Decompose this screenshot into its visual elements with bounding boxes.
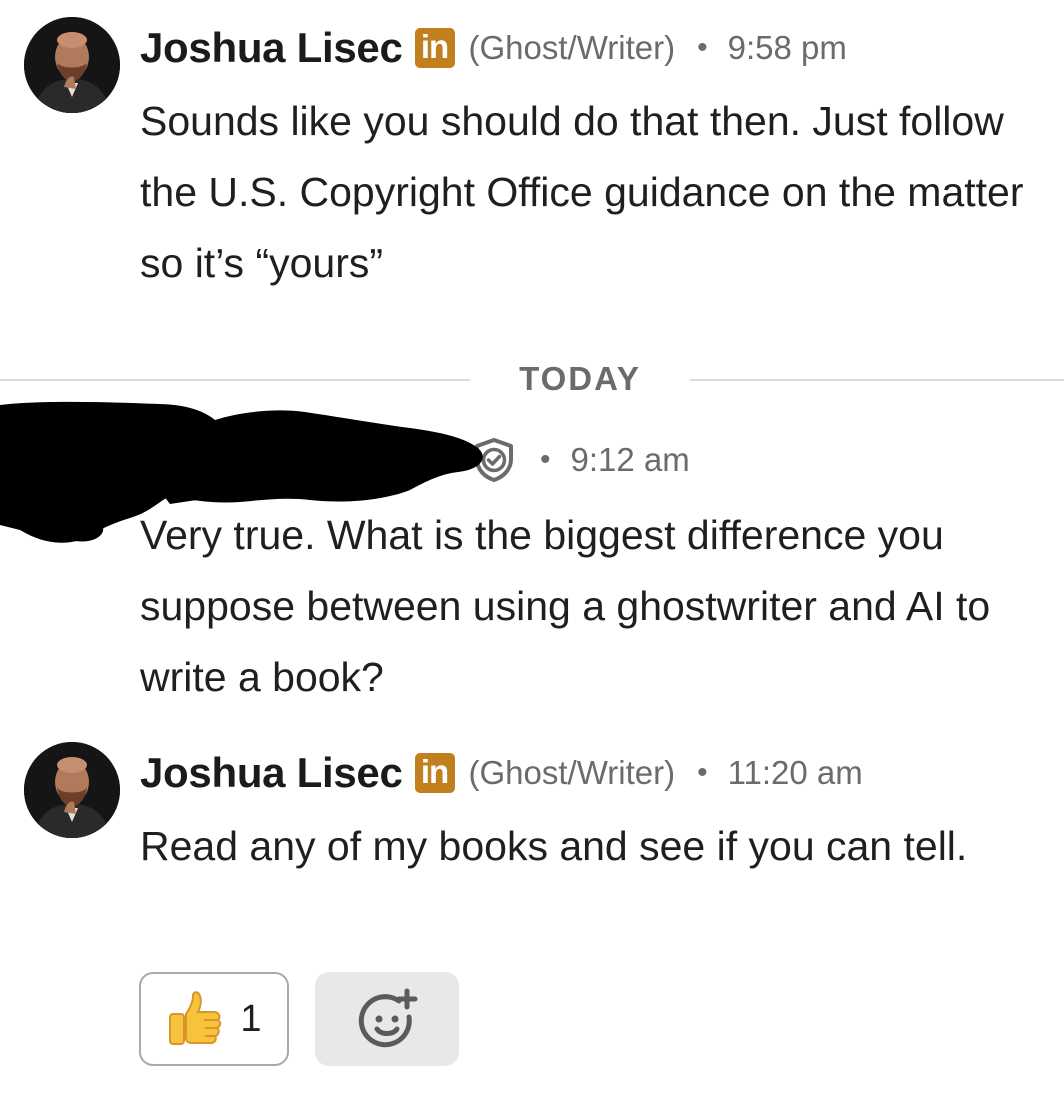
sender-headline: (Ghost/Writer) [468, 754, 676, 791]
add-reaction-button[interactable] [315, 972, 459, 1066]
message-header: Joshua Lisec in (Ghost/Writer) • 9:58 pm [140, 22, 847, 74]
message-time: 9:12 am [570, 441, 690, 478]
separator-dot: • [697, 31, 708, 64]
avatar-image [24, 742, 120, 838]
message-text: Sounds like you should do that then. Jus… [140, 98, 1024, 286]
redaction-mark [0, 401, 483, 543]
avatar-image [24, 17, 120, 113]
message-time: 9:58 pm [727, 29, 847, 66]
reaction-bar: 1 [139, 972, 459, 1066]
sender-name[interactable]: Joshua Lisec [140, 24, 403, 72]
linkedin-icon: in [414, 28, 455, 68]
message-header: • 9:12 am [470, 434, 690, 486]
divider-line-left [0, 379, 470, 381]
divider-line-right [690, 379, 1064, 381]
separator-dot: • [540, 443, 551, 476]
sender-headline: (Ghost/Writer) [468, 29, 676, 66]
sender-name[interactable]: Joshua Lisec [140, 749, 403, 797]
message-header: Joshua Lisec in (Ghost/Writer) • 11:20 a… [140, 747, 863, 799]
message-time: 11:20 am [727, 754, 863, 791]
message-text: Read any of my books and see if you can … [140, 823, 968, 869]
day-divider-label: TODAY [519, 360, 641, 397]
reaction-count: 1 [240, 997, 262, 1040]
thumbs-up-icon [166, 990, 224, 1048]
separator-dot: • [697, 756, 708, 789]
linkedin-icon: in [414, 753, 455, 793]
avatar[interactable] [24, 742, 120, 838]
avatar[interactable] [24, 17, 120, 113]
reaction-thumbs-up-button[interactable]: 1 [139, 972, 289, 1066]
message-item: Joshua Lisec in (Ghost/Writer) • 11:20 a… [0, 725, 1064, 955]
add-reaction-icon [355, 987, 419, 1051]
message-item: Joshua Lisec in (Ghost/Writer) • 9:58 pm… [0, 0, 1064, 320]
